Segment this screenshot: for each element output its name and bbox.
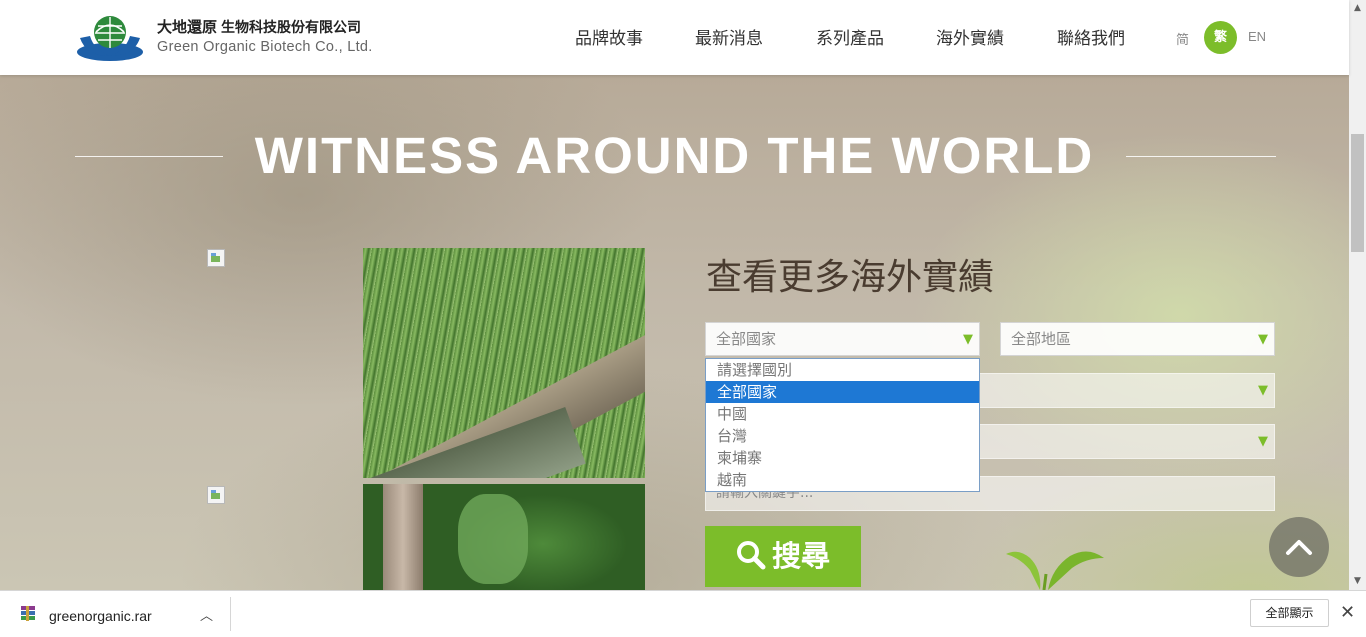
company-logo[interactable] [76, 12, 144, 62]
scroll-up-arrow-icon[interactable]: ▲ [1349, 0, 1366, 17]
nav-contact-us[interactable]: 聯絡我們 [1057, 24, 1125, 49]
search-button[interactable]: 搜尋 [705, 526, 861, 587]
site-header: 大地還原 生物科技股份有限公司 Green Organic Biotech Co.… [0, 0, 1349, 75]
dropdown-arrow-icon: ▼ [1258, 434, 1268, 449]
page-scrollbar[interactable]: ▲ ▼ [1349, 0, 1366, 590]
lang-traditional[interactable]: 繁 [1204, 21, 1237, 54]
brand-name-en: Green Organic Biotech Co., Ltd. [157, 39, 373, 55]
download-divider [230, 597, 231, 631]
search-icon [736, 541, 766, 570]
photo-stem [383, 484, 423, 590]
lang-english[interactable]: EN [1248, 29, 1266, 44]
lang-simplified[interactable]: 简 [1176, 29, 1189, 48]
country-option[interactable]: 柬埔寨 [706, 447, 979, 469]
photo-ditch [363, 407, 586, 478]
case-photo-pepper[interactable] [363, 484, 645, 590]
back-to-top-button[interactable] [1269, 517, 1329, 577]
country-dropdown-list: 請選擇國別 全部國家 中國 台灣 柬埔寨 越南 [705, 358, 980, 492]
country-select[interactable]: 全部國家 ▼ [705, 322, 980, 356]
country-select-value: 全部國家 [716, 330, 777, 348]
nav-latest-news[interactable]: 最新消息 [695, 24, 763, 49]
broken-image-icon [207, 486, 225, 504]
nav-products[interactable]: 系列產品 [816, 24, 884, 49]
brand-name-sub: 生物科技股份有限公司 [221, 20, 362, 36]
country-option[interactable]: 請選擇國別 [706, 359, 979, 381]
archive-file-icon [21, 606, 35, 621]
chevron-up-icon [1286, 540, 1312, 555]
sprout-decoration [1006, 551, 1104, 590]
scroll-thumb[interactable] [1351, 134, 1364, 252]
dropdown-arrow-icon: ▼ [1258, 383, 1268, 398]
case-photo-scallions[interactable] [363, 248, 645, 478]
download-file-name[interactable]: greenorganic.rar [49, 608, 152, 624]
chevron-up-icon[interactable]: ︿ [200, 605, 213, 624]
nav-overseas-results[interactable]: 海外實績 [936, 24, 1004, 49]
section-title: WITNESS AROUND THE WORLD [254, 127, 1095, 184]
country-option[interactable]: 中國 [706, 403, 979, 425]
region-select-value: 全部地區 [1011, 330, 1072, 348]
region-select[interactable]: 全部地區 ▼ [1000, 322, 1275, 356]
country-option[interactable]: 台灣 [706, 425, 979, 447]
show-all-downloads-button[interactable]: 全部顯示 [1250, 599, 1329, 627]
dropdown-arrow-icon: ▼ [1258, 332, 1268, 347]
brand-name-cn: 大地還原 生物科技股份有限公司 [157, 16, 361, 37]
dropdown-arrow-icon: ▼ [963, 332, 973, 347]
country-option-selected[interactable]: 全部國家 [706, 381, 979, 403]
scroll-down-arrow-icon[interactable]: ▼ [1349, 573, 1366, 590]
brand-name-main: 大地還原 [157, 18, 218, 36]
broken-image-icon [207, 249, 225, 267]
nav-brand-story[interactable]: 品牌故事 [575, 24, 643, 49]
close-icon[interactable]: ✕ [1340, 602, 1355, 623]
photo-leaf [458, 494, 528, 584]
download-bar: greenorganic.rar ︿ 全部顯示 ✕ [0, 590, 1366, 637]
country-option[interactable]: 越南 [706, 469, 979, 491]
search-button-label: 搜尋 [771, 539, 830, 573]
search-panel-title: 查看更多海外實績 [706, 257, 995, 298]
